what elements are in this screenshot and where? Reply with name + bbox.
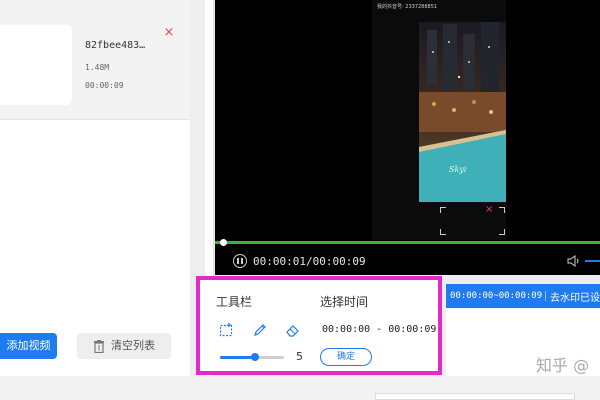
playback-time: 00:00:01/00:00:09 [253,255,366,268]
segment-time: 00:00:00~00:00:09 [446,291,546,301]
file-list-panel: 82fbee483… 1.48M 00:00:09 × 添加视频 清空列表 [0,0,190,376]
confirm-button[interactable]: 确定 [320,348,372,366]
time-range-field[interactable]: 00:00:00 - 00:00:09 [322,324,436,335]
phone-frame: 我的抖音号: 2337288851 Skyi × [372,0,506,240]
add-video-button[interactable]: 添加视频 [0,333,57,359]
crop-corner[interactable] [499,229,505,235]
crop-corner[interactable] [499,207,505,213]
file-card[interactable]: 82fbee483… 1.48M 00:00:09 × [0,0,190,120]
file-size: 1.48M [85,63,110,72]
crop-corner[interactable] [440,207,446,213]
crop-corner[interactable] [440,229,446,235]
crop-close-icon[interactable]: × [485,205,493,215]
eraser-icon[interactable] [285,322,301,338]
pen-icon[interactable] [252,322,268,338]
volume-slider[interactable] [585,260,600,262]
trash-icon [94,339,104,353]
clear-list-button[interactable]: 清空列表 [77,333,171,359]
svg-text:Skyi: Skyi [449,165,467,174]
volume-icon[interactable] [567,254,581,268]
watermark-text: 知乎 @ [536,356,590,375]
pause-button[interactable] [233,254,247,268]
progress-bar[interactable] [215,241,600,244]
brush-size-fill [220,356,256,359]
remove-file-button[interactable]: × [162,26,176,40]
video-caption: 我的抖音号: 2337288851 [377,4,438,10]
crop-selection-box[interactable]: × [440,205,505,235]
toolbar-panel: 工具栏 选择时间 00:00:00 - 00:00:09 5 确定 [196,276,442,375]
toolbar-title: 工具栏 [216,295,253,309]
add-video-label: 添加视频 [6,339,51,352]
file-name: 82fbee483… [85,40,146,51]
select-time-title: 选择时间 [320,295,369,309]
video-frame-image: Skyi [419,22,506,202]
brush-size-value: 5 [296,350,303,363]
bottom-field[interactable] [375,393,575,400]
crop-rectangle-icon[interactable] [218,322,234,338]
video-thumbnail [0,25,72,105]
segment-row[interactable]: 00:00:00~00:00:09 去水印已设 [446,284,600,308]
progress-knob[interactable] [219,239,227,246]
brush-size-knob[interactable] [251,353,260,361]
clear-list-label: 清空列表 [111,339,155,352]
segment-status: 去水印已设 [550,292,600,304]
brush-size-slider[interactable] [220,353,284,361]
video-preview[interactable]: 我的抖音号: 2337288851 Skyi × 00:00:01/00:00:… [215,0,600,275]
file-duration: 00:00:09 [85,81,124,90]
